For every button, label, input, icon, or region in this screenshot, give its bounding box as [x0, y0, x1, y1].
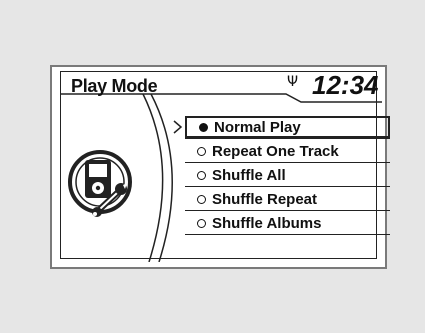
radio-empty-icon — [197, 194, 206, 204]
menu-divider — [185, 138, 390, 139]
menu-item-label: Normal Play — [214, 118, 301, 136]
menu-item-label: Repeat One Track — [212, 142, 339, 160]
menu-item-shuffle-albums[interactable]: Shuffle Albums — [185, 212, 390, 234]
menu-divider — [185, 186, 390, 187]
menu-divider — [185, 162, 390, 163]
arc-outer — [150, 93, 173, 262]
clock-display: 12:34 — [312, 70, 379, 100]
menu-item-repeat-one-track[interactable]: Repeat One Track — [185, 140, 390, 162]
radio-filled-icon — [199, 122, 208, 132]
radio-empty-icon — [197, 170, 206, 180]
page-title: Play Mode — [71, 76, 158, 96]
menu-item-normal-play[interactable]: Normal Play — [185, 116, 390, 138]
menu-item-shuffle-all[interactable]: Shuffle All — [185, 164, 390, 186]
menu-item-label: Shuffle All — [212, 166, 286, 184]
menu-divider — [185, 234, 390, 235]
arc-inner — [142, 93, 164, 262]
display-screen: Play Mode Ψ 12:34 Normal Play Repeat One… — [50, 65, 390, 269]
menu-item-label: Shuffle Albums — [212, 214, 322, 232]
menu-divider — [185, 210, 390, 211]
menu-item-shuffle-repeat[interactable]: Shuffle Repeat — [185, 188, 390, 210]
usb-icon: Ψ — [287, 74, 299, 90]
ipod-wrench-icon — [68, 150, 132, 217]
radio-empty-icon — [197, 218, 206, 228]
display-frame: Play Mode Ψ 12:34 Normal Play Repeat One… — [60, 70, 390, 262]
radio-empty-icon — [197, 146, 206, 156]
selection-arrow-icon — [173, 120, 183, 134]
menu-item-label: Shuffle Repeat — [212, 190, 318, 208]
